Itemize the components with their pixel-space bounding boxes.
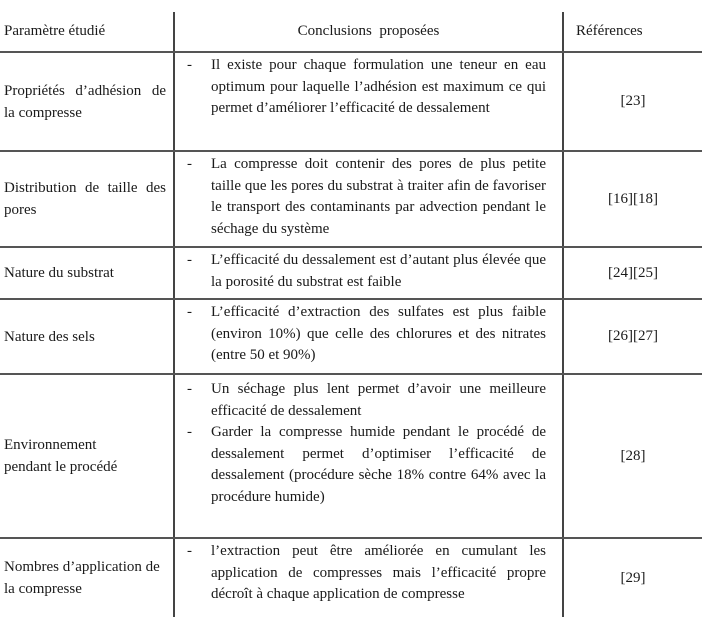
parameter-text: Nature des sels xyxy=(4,328,95,345)
bullet-dash: - xyxy=(187,156,192,172)
parameter-cell: Propriétés d’adhésion de la compresse xyxy=(0,53,175,150)
conclusions-cell: - Un séchage plus lent permet d’avoir un… xyxy=(175,375,564,537)
parameter-text: Distribution de taille des pores xyxy=(4,180,166,218)
reference-text: [26][27] xyxy=(608,328,658,344)
conclusion-item: - Garder la compresse humide pendant le … xyxy=(181,422,546,508)
bullet-dash: - xyxy=(187,57,192,73)
references-cell: [23] xyxy=(564,53,702,150)
table-row: Propriétés d’adhésion de la compresse - … xyxy=(0,51,702,150)
conclusions-cell: - Il existe pour chaque formulation une … xyxy=(175,53,564,150)
conclusions-table: Paramètre étudié Conclusions proposées R… xyxy=(0,12,702,617)
parameter-text: Environnement pendant le procédé xyxy=(4,437,118,475)
conclusion-item: - L’efficacité d’extraction des sulfates… xyxy=(181,302,546,367)
reference-text: [16][18] xyxy=(608,190,658,207)
conclusion-item: - L’efficacité du dessalement est d’auta… xyxy=(181,250,546,293)
conclusion-item: - Il existe pour chaque formulation une … xyxy=(181,55,546,120)
bullet-dash: - xyxy=(187,252,192,268)
bullet-dash: - xyxy=(187,424,192,440)
conclusions-cell: - l’extraction peut être améliorée en cu… xyxy=(175,539,564,617)
conclusion-text: La compresse doit contenir des pores de … xyxy=(211,156,546,237)
conclusion-text: Garder la compresse humide pendant le pr… xyxy=(211,424,546,505)
parameter-cell: Nature du substrat xyxy=(0,248,175,298)
conclusion-item: - Un séchage plus lent permet d’avoir un… xyxy=(181,379,546,422)
parameter-text: Nature du substrat xyxy=(4,265,114,281)
parameter-cell: Environnement pendant le procédé xyxy=(0,375,175,537)
conclusions-cell: - L’efficacité du dessalement est d’auta… xyxy=(175,248,564,298)
conclusion-text: Il existe pour chaque formulation une te… xyxy=(211,57,546,116)
header-parameter: Paramètre étudié xyxy=(0,12,175,51)
reference-text: [23] xyxy=(620,93,646,109)
reference-text: [24][25] xyxy=(608,264,658,281)
reference-text: [29] xyxy=(620,569,646,586)
header-conclusions: Conclusions proposées xyxy=(175,12,564,51)
parameter-text: Propriétés d’adhésion de la compresse xyxy=(4,82,166,121)
table-row: Nature du substrat - L’efficacité du des… xyxy=(0,246,702,298)
references-cell: [28] xyxy=(564,375,702,537)
parameter-cell: Nature des sels xyxy=(0,300,175,373)
references-cell: [24][25] xyxy=(564,248,702,298)
parameter-text: Nombres d’application de la compresse xyxy=(4,559,160,597)
conclusions-cell: - La compresse doit contenir des pores d… xyxy=(175,152,564,246)
table-row: Distribution de taille des pores - La co… xyxy=(0,150,702,246)
conclusion-text: Un séchage plus lent permet d’avoir une … xyxy=(211,381,546,419)
table-row: Nature des sels - L’efficacité d’extract… xyxy=(0,298,702,373)
table-row: Nombres d’application de la compresse - … xyxy=(0,537,702,617)
conclusion-text: l’extraction peut être améliorée en cumu… xyxy=(211,543,546,602)
conclusions-cell: - L’efficacité d’extraction des sulfates… xyxy=(175,300,564,373)
conclusion-text: L’efficacité d’extraction des sulfates e… xyxy=(211,304,546,363)
bullet-dash: - xyxy=(187,381,192,397)
header-references: Références xyxy=(576,23,643,39)
conclusion-text: L’efficacité du dessalement est d’autant… xyxy=(211,252,546,290)
table-row: Environnement pendant le procédé - Un sé… xyxy=(0,373,702,537)
reference-text: [28] xyxy=(620,447,646,464)
bullet-dash: - xyxy=(187,304,192,320)
bullet-dash: - xyxy=(187,543,192,559)
conclusion-item: - La compresse doit contenir des pores d… xyxy=(181,154,546,240)
parameter-cell: Distribution de taille des pores xyxy=(0,152,175,246)
table-header-row: Paramètre étudié Conclusions proposées R… xyxy=(0,12,702,51)
conclusion-item: - l’extraction peut être améliorée en cu… xyxy=(181,541,546,606)
references-cell: [26][27] xyxy=(564,300,702,373)
parameter-cell: Nombres d’application de la compresse xyxy=(0,539,175,617)
references-cell: [16][18] xyxy=(564,152,702,246)
references-cell: [29] xyxy=(564,539,702,617)
